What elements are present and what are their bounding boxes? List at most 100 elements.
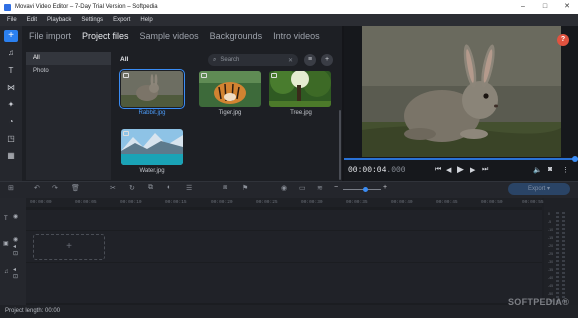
ruler-tick: 00:00:45 [436,200,458,205]
redo-icon[interactable]: ↷ [52,184,58,192]
preview-video[interactable] [362,26,561,157]
add-track-icon[interactable]: ⊞ [8,184,14,192]
thumbnail-water[interactable] [121,129,183,165]
seek-handle[interactable] [572,156,578,162]
maximize-button[interactable]: □ [534,0,556,14]
tab-file-import[interactable]: File import [29,31,71,41]
window-title: Movavi Video Editor – 7-Day Trial Versio… [15,4,158,10]
tab-sample-videos[interactable]: Sample videos [140,31,199,41]
close-button[interactable]: ✕ [556,0,578,14]
more-tools-icon[interactable]: ▦ [5,151,17,161]
play-icon[interactable]: ▶ [457,164,464,175]
track-volume-icon[interactable]: ◂ [13,266,16,273]
meter-scale-label: 0 [548,212,550,216]
rotate-icon[interactable]: ↻ [129,184,135,192]
marker-icon[interactable]: ⚑ [242,184,248,192]
category-photo[interactable]: Photo [26,65,111,78]
audio-track[interactable] [26,263,542,303]
audio-record-icon[interactable]: ≋ [317,184,323,192]
delete-icon[interactable]: 🗑 [71,184,80,192]
go-to-start-icon[interactable]: ⏮ [435,166,441,174]
transitions-icon[interactable]: ⋈ [5,83,17,93]
color-adjust-icon[interactable]: ◐ [167,184,171,191]
sort-button[interactable]: ≡ [304,54,316,66]
thumbnail-tiger[interactable] [199,71,261,107]
category-all[interactable]: All [26,52,111,65]
menu-settings[interactable]: Settings [81,17,103,23]
level-meter-left [556,212,559,304]
meter-scale-label: -40 [548,276,554,280]
ruler-tick: 00:00:25 [256,200,278,205]
go-to-end-icon[interactable]: ⏭ [482,166,488,174]
music-icon[interactable]: ♫ [5,48,17,58]
menu-playback[interactable]: Playback [47,17,71,23]
thumbnail-tree[interactable] [269,71,331,107]
meter-scale-label: -35 [548,268,554,272]
ruler-tick: 00:00:15 [165,200,187,205]
timeline-ruler[interactable] [26,198,542,207]
title-bar: Movavi Video Editor – 7-Day Trial Versio… [0,0,578,14]
visibility-icon[interactable]: ◉ [13,213,18,220]
crop-icon[interactable]: ⧉ [148,184,153,192]
track-volume-icon[interactable]: ◂ [13,243,16,250]
record-voice-icon[interactable]: ◉ [281,184,287,192]
thumbnail-rabbit[interactable] [119,69,185,109]
zoom-out-icon[interactable]: − [334,184,338,191]
lock-icon[interactable]: ⊡ [13,273,18,280]
next-frame-icon[interactable]: ▶ [470,166,475,174]
volume-icon[interactable]: 🔈 [533,166,542,174]
minimize-button[interactable]: – [512,0,534,14]
zoom-slider[interactable] [343,189,381,190]
level-meter-right [562,212,565,304]
titles-icon[interactable]: T [5,66,17,76]
music-track-icon: ♫ [4,269,9,275]
overlay-icon[interactable]: ⧈ [223,184,227,192]
chevron-down-icon: ▾ [547,186,551,192]
search-input[interactable]: ⌕ Search ✕ [208,54,298,66]
menu-edit[interactable]: Edit [27,17,37,23]
zoom-slider-handle[interactable] [363,187,368,192]
ruler-tick: 00:00:35 [346,200,368,205]
clock-icon[interactable]: ◔ [5,117,17,127]
ruler-tick: 00:00:40 [391,200,413,205]
menu-help[interactable]: Help [140,17,152,23]
undo-icon[interactable]: ↶ [34,184,40,192]
properties-icon[interactable]: ☰ [186,184,192,192]
lock-icon[interactable]: ⊡ [13,250,18,257]
title-track[interactable] [26,210,542,230]
more-options-icon[interactable]: ⋮ [562,166,569,174]
app-logo-icon [4,3,11,11]
help-button[interactable]: ? [557,34,569,46]
clear-search-icon[interactable]: ✕ [288,57,293,64]
previous-frame-icon[interactable]: ◀ [446,166,451,174]
menu-file[interactable]: File [7,17,17,23]
filters-icon[interactable]: ✦ [5,100,17,110]
tab-backgrounds[interactable]: Backgrounds [210,31,263,41]
cut-icon[interactable]: ✂ [110,184,116,192]
meter-scale-label: -20 [548,244,554,248]
webcam-icon[interactable]: ▭ [299,184,306,192]
file-name-tiger: Tiger.jpg [218,110,242,116]
rabbit-image [121,71,183,107]
add-files-icon[interactable]: + [4,30,18,42]
menu-export[interactable]: Export [113,17,130,23]
tab-project-files[interactable]: Project files [82,31,129,41]
export-button[interactable]: Export ▾ [508,183,570,195]
media-scrollbar[interactable] [339,110,341,180]
add-media-button[interactable]: + [321,54,333,66]
seek-bar[interactable] [344,158,578,160]
stickers-icon[interactable]: ◳ [5,134,17,144]
visibility-icon[interactable]: ◉ [13,236,18,243]
zoom-in-icon[interactable]: + [383,184,387,191]
softpedia-watermark: SOFTPEDIA® [508,297,570,307]
meter-scale-label: -45 [548,284,554,288]
export-label: Export [527,186,546,192]
snapshot-icon[interactable]: ◙ [548,166,552,173]
timecode-display: 00:00:04.000 [348,166,406,175]
meter-scale-label: -30 [548,260,554,264]
tree-image [269,71,331,107]
tab-intro-videos[interactable]: Intro videos [273,31,320,41]
project-length: Project length: 00:00 [5,308,61,314]
add-media-drop-zone[interactable]: + [33,234,105,260]
meter-scale-label: -5 [548,220,552,224]
